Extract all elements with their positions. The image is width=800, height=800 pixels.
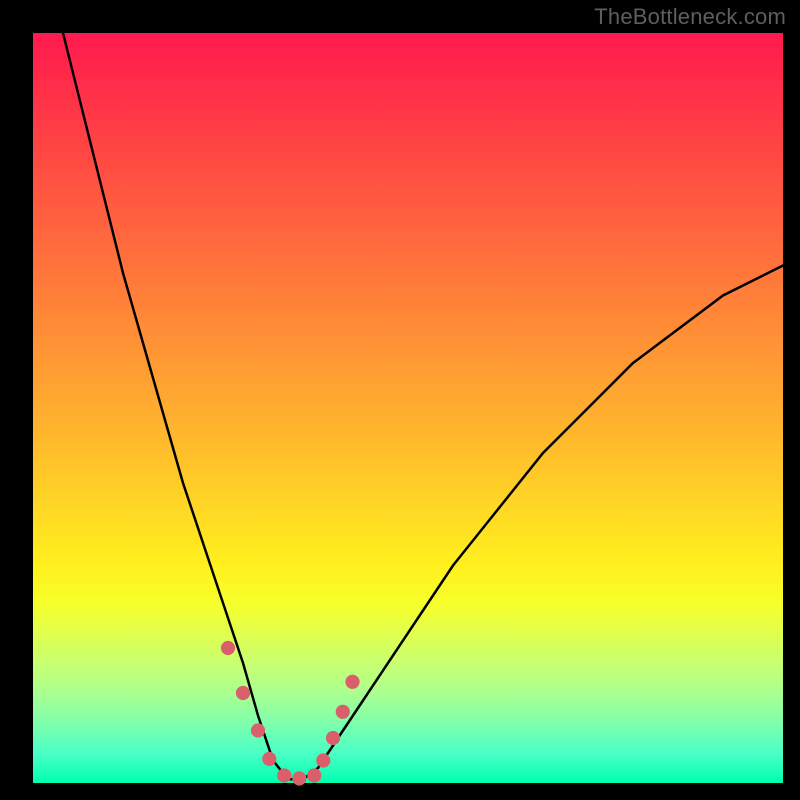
highlight-dot xyxy=(336,705,350,719)
highlight-dot xyxy=(221,641,235,655)
highlight-dot xyxy=(262,752,276,766)
highlight-dot xyxy=(345,675,359,689)
watermark-text: TheBottleneck.com xyxy=(594,4,786,30)
highlight-dot xyxy=(277,768,291,782)
chart-frame: TheBottleneck.com xyxy=(0,0,800,800)
highlight-dot xyxy=(307,768,321,782)
highlight-dot xyxy=(292,771,306,785)
highlight-dot xyxy=(326,731,340,745)
highlight-dot xyxy=(236,686,250,700)
curve-layer xyxy=(33,33,783,783)
bottleneck-curve xyxy=(63,33,783,779)
highlight-dot xyxy=(251,723,265,737)
highlight-dot xyxy=(316,753,330,767)
plot-area xyxy=(33,33,783,783)
